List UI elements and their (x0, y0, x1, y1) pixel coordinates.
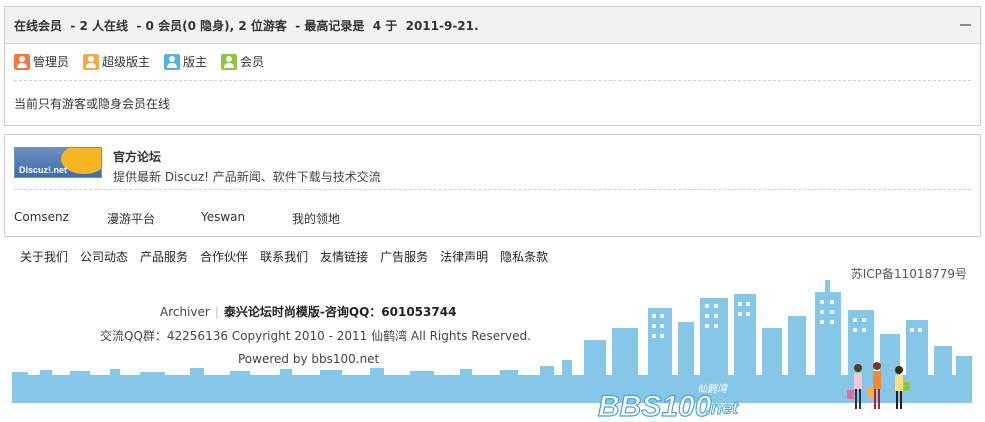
footer-link-news[interactable]: 公司动态 (80, 248, 128, 265)
archiver-link[interactable]: Archiver (160, 305, 210, 319)
friend-link-manyou[interactable]: 漫游平台 (107, 210, 155, 227)
divider (14, 80, 971, 81)
footer-nav: 关于我们 公司动态 产品服务 合作伙伴 联系我们 友情链接 广告服务 法律声明 … (20, 248, 560, 265)
friend-link-mydomain[interactable]: 我的领地 (292, 210, 340, 227)
legend-admin: 管理员 (14, 53, 69, 70)
online-members-panel: 在线会员 - 2 人在线 - 0 会员(0 隐身), 2 位游客 - 最高记录是… (4, 6, 981, 126)
friend-link-yeswan[interactable]: Yeswan (201, 210, 245, 224)
discuz-logo[interactable]: Discuz!.net (14, 147, 102, 178)
legend-member: 会员 (221, 53, 264, 70)
legend-moderator: 版主 (164, 53, 207, 70)
moderator-icon (164, 53, 181, 70)
city-skyline-illustration: BBS100 .net 仙鹤湾 (12, 280, 972, 422)
site-info: 泰兴论坛时尚模版-咨询QQ：601053744 (223, 305, 457, 319)
friend-link-comsenz[interactable]: Comsenz (14, 210, 69, 224)
bbs100-brand-cn: 仙鹤湾 (697, 383, 729, 395)
footer-link-legal[interactable]: 法律声明 (440, 248, 488, 265)
bbs100-brand-text: BBS100 (598, 390, 712, 422)
footer-link-partners[interactable]: 合作伙伴 (200, 248, 248, 265)
footer-link-products[interactable]: 产品服务 (140, 248, 188, 265)
collapse-icon[interactable] (960, 24, 971, 26)
bbs100-brand-suffix: .net (706, 398, 739, 418)
powered-by-link[interactable]: Powered by bbs100.net (238, 352, 379, 366)
official-forum-link[interactable]: 官方论坛 (113, 148, 161, 165)
admin-icon (14, 53, 30, 70)
footer-link-contact[interactable]: 联系我们 (260, 248, 308, 265)
member-icon (221, 53, 238, 70)
online-header: 在线会员 - 2 人在线 - 0 会员(0 隐身), 2 位游客 - 最高记录是… (5, 7, 980, 44)
copyright-text: 交流QQ群：42256136 Copyright 2010 - 2011 仙鹤湾… (100, 329, 531, 343)
super-moderator-icon (83, 53, 100, 70)
friend-links-panel: Discuz!.net 官方论坛 提供最新 Discuz! 产品新闻、软件下载与… (4, 134, 981, 237)
online-summary: 在线会员 - 2 人在线 - 0 会员(0 隐身), 2 位游客 - 最高记录是… (14, 18, 479, 33)
footer-link-about[interactable]: 关于我们 (20, 248, 68, 265)
footer-info-line: Archiver | 泰兴论坛时尚模版-咨询QQ：601053744 (160, 305, 457, 319)
official-forum-description: 提供最新 Discuz! 产品新闻、软件下载与技术交流 (113, 170, 381, 184)
shopper-figures (847, 362, 910, 409)
footer-link-friends[interactable]: 友情链接 (320, 248, 368, 265)
legend-super-moderator: 超级版主 (83, 53, 150, 70)
online-status-text: 当前只有游客或隐身会员在线 (14, 97, 171, 111)
divider (14, 189, 971, 190)
footer-link-ads[interactable]: 广告服务 (380, 248, 428, 265)
footer-link-privacy[interactable]: 隐私条款 (500, 248, 548, 265)
member-legend: 管理员 超级版主 版主 会员 (14, 53, 278, 70)
